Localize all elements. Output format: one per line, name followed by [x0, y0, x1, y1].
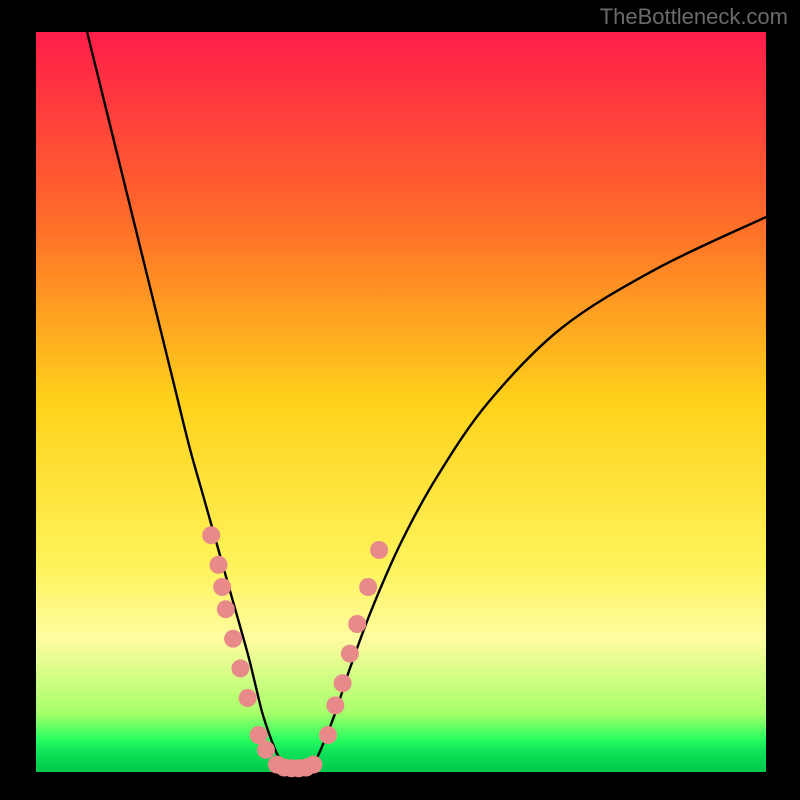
watermark-text: TheBottleneck.com [600, 4, 788, 30]
data-marker [231, 659, 249, 677]
data-marker [217, 600, 235, 618]
data-marker [319, 726, 337, 744]
bottleneck-chart [0, 0, 800, 800]
data-marker [304, 756, 322, 774]
data-marker [326, 696, 344, 714]
data-marker [210, 556, 228, 574]
data-marker [257, 741, 275, 759]
data-marker [224, 630, 242, 648]
data-marker [341, 645, 359, 663]
gradient-background [36, 32, 766, 772]
data-marker [359, 578, 377, 596]
data-marker [213, 578, 231, 596]
data-marker [370, 541, 388, 559]
data-marker [239, 689, 257, 707]
data-marker [202, 526, 220, 544]
data-marker [334, 674, 352, 692]
data-marker [348, 615, 366, 633]
chart-container: TheBottleneck.com [0, 0, 800, 800]
